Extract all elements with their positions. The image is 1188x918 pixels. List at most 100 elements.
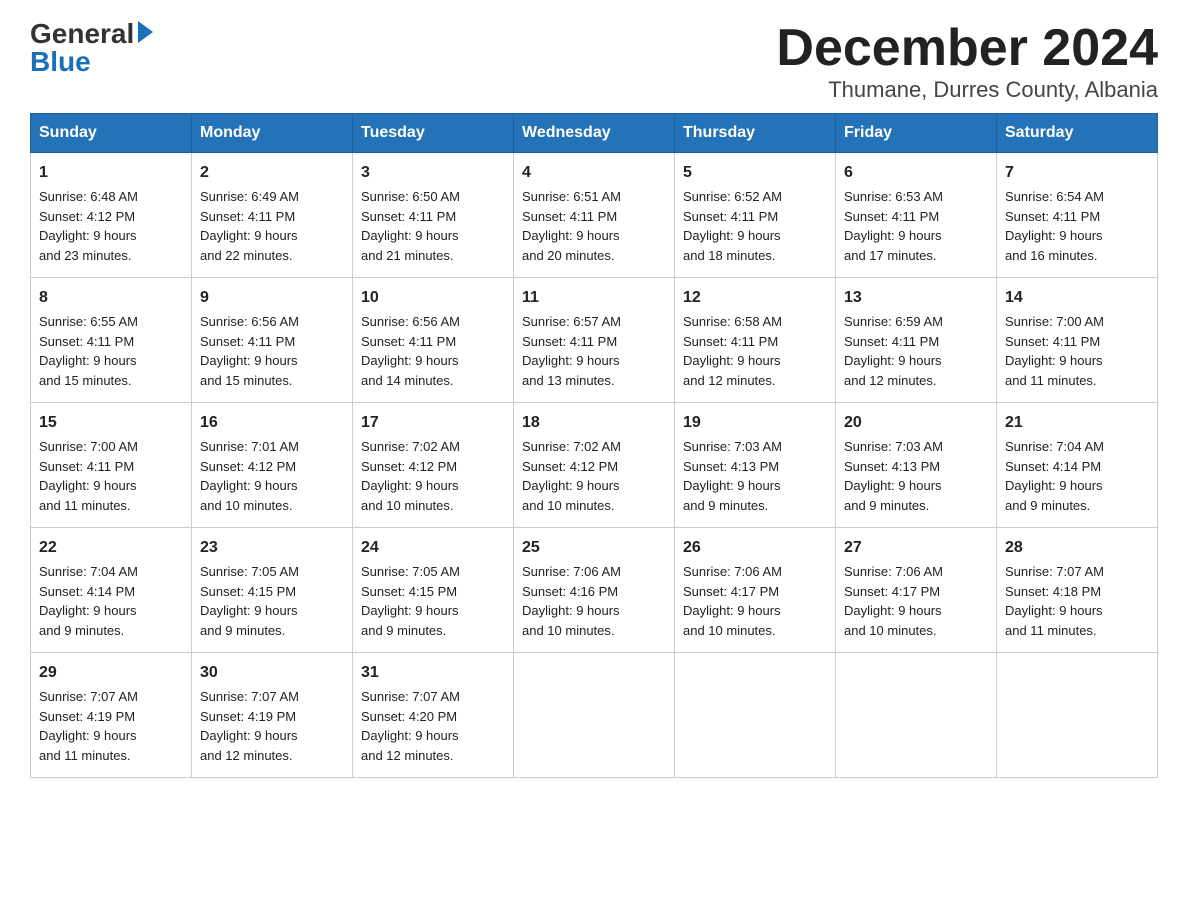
day-info: Sunrise: 7:05 AMSunset: 4:15 PMDaylight:…	[200, 564, 299, 638]
calendar-cell: 16 Sunrise: 7:01 AMSunset: 4:12 PMDaylig…	[192, 403, 353, 528]
calendar-cell: 11 Sunrise: 6:57 AMSunset: 4:11 PMDaylig…	[514, 278, 675, 403]
calendar-week-3: 15 Sunrise: 7:00 AMSunset: 4:11 PMDaylig…	[31, 403, 1158, 528]
day-info: Sunrise: 7:06 AMSunset: 4:17 PMDaylight:…	[683, 564, 782, 638]
day-info: Sunrise: 6:58 AMSunset: 4:11 PMDaylight:…	[683, 314, 782, 388]
day-number: 8	[39, 286, 183, 310]
calendar-cell	[997, 653, 1158, 778]
calendar-cell: 26 Sunrise: 7:06 AMSunset: 4:17 PMDaylig…	[675, 528, 836, 653]
day-info: Sunrise: 6:57 AMSunset: 4:11 PMDaylight:…	[522, 314, 621, 388]
day-info: Sunrise: 6:49 AMSunset: 4:11 PMDaylight:…	[200, 189, 299, 263]
calendar-week-4: 22 Sunrise: 7:04 AMSunset: 4:14 PMDaylig…	[31, 528, 1158, 653]
day-info: Sunrise: 7:06 AMSunset: 4:17 PMDaylight:…	[844, 564, 943, 638]
day-number: 7	[1005, 161, 1149, 185]
calendar-week-2: 8 Sunrise: 6:55 AMSunset: 4:11 PMDayligh…	[31, 278, 1158, 403]
day-info: Sunrise: 7:06 AMSunset: 4:16 PMDaylight:…	[522, 564, 621, 638]
day-number: 14	[1005, 286, 1149, 310]
calendar-cell: 21 Sunrise: 7:04 AMSunset: 4:14 PMDaylig…	[997, 403, 1158, 528]
day-info: Sunrise: 7:02 AMSunset: 4:12 PMDaylight:…	[522, 439, 621, 513]
day-number: 1	[39, 161, 183, 185]
calendar-cell: 25 Sunrise: 7:06 AMSunset: 4:16 PMDaylig…	[514, 528, 675, 653]
col-sunday: Sunday	[31, 114, 192, 153]
calendar-cell: 19 Sunrise: 7:03 AMSunset: 4:13 PMDaylig…	[675, 403, 836, 528]
day-number: 15	[39, 411, 183, 435]
day-number: 23	[200, 536, 344, 560]
day-number: 20	[844, 411, 988, 435]
day-info: Sunrise: 7:05 AMSunset: 4:15 PMDaylight:…	[361, 564, 460, 638]
calendar-cell: 9 Sunrise: 6:56 AMSunset: 4:11 PMDayligh…	[192, 278, 353, 403]
calendar-table: Sunday Monday Tuesday Wednesday Thursday…	[30, 113, 1158, 778]
day-number: 10	[361, 286, 505, 310]
logo-general: General	[30, 20, 134, 48]
month-title: December 2024	[776, 20, 1158, 77]
calendar-cell: 24 Sunrise: 7:05 AMSunset: 4:15 PMDaylig…	[353, 528, 514, 653]
calendar-cell: 13 Sunrise: 6:59 AMSunset: 4:11 PMDaylig…	[836, 278, 997, 403]
day-info: Sunrise: 7:03 AMSunset: 4:13 PMDaylight:…	[683, 439, 782, 513]
day-number: 3	[361, 161, 505, 185]
day-number: 5	[683, 161, 827, 185]
day-number: 19	[683, 411, 827, 435]
day-number: 11	[522, 286, 666, 310]
day-number: 22	[39, 536, 183, 560]
day-info: Sunrise: 7:04 AMSunset: 4:14 PMDaylight:…	[39, 564, 138, 638]
day-info: Sunrise: 6:56 AMSunset: 4:11 PMDaylight:…	[361, 314, 460, 388]
calendar-cell: 15 Sunrise: 7:00 AMSunset: 4:11 PMDaylig…	[31, 403, 192, 528]
calendar-cell: 10 Sunrise: 6:56 AMSunset: 4:11 PMDaylig…	[353, 278, 514, 403]
day-info: Sunrise: 6:51 AMSunset: 4:11 PMDaylight:…	[522, 189, 621, 263]
calendar-cell: 22 Sunrise: 7:04 AMSunset: 4:14 PMDaylig…	[31, 528, 192, 653]
day-number: 31	[361, 661, 505, 685]
day-number: 16	[200, 411, 344, 435]
day-info: Sunrise: 7:01 AMSunset: 4:12 PMDaylight:…	[200, 439, 299, 513]
calendar-cell: 20 Sunrise: 7:03 AMSunset: 4:13 PMDaylig…	[836, 403, 997, 528]
day-number: 4	[522, 161, 666, 185]
day-info: Sunrise: 6:56 AMSunset: 4:11 PMDaylight:…	[200, 314, 299, 388]
day-number: 6	[844, 161, 988, 185]
day-info: Sunrise: 6:48 AMSunset: 4:12 PMDaylight:…	[39, 189, 138, 263]
calendar-cell: 27 Sunrise: 7:06 AMSunset: 4:17 PMDaylig…	[836, 528, 997, 653]
calendar-cell: 2 Sunrise: 6:49 AMSunset: 4:11 PMDayligh…	[192, 153, 353, 278]
logo-arrow-icon	[138, 21, 153, 43]
calendar-cell: 4 Sunrise: 6:51 AMSunset: 4:11 PMDayligh…	[514, 153, 675, 278]
logo-blue: Blue	[30, 48, 91, 76]
day-info: Sunrise: 7:07 AMSunset: 4:19 PMDaylight:…	[39, 689, 138, 763]
day-info: Sunrise: 7:02 AMSunset: 4:12 PMDaylight:…	[361, 439, 460, 513]
day-info: Sunrise: 7:00 AMSunset: 4:11 PMDaylight:…	[39, 439, 138, 513]
day-info: Sunrise: 7:07 AMSunset: 4:20 PMDaylight:…	[361, 689, 460, 763]
day-number: 28	[1005, 536, 1149, 560]
calendar-cell: 30 Sunrise: 7:07 AMSunset: 4:19 PMDaylig…	[192, 653, 353, 778]
calendar-cell: 28 Sunrise: 7:07 AMSunset: 4:18 PMDaylig…	[997, 528, 1158, 653]
day-info: Sunrise: 6:54 AMSunset: 4:11 PMDaylight:…	[1005, 189, 1104, 263]
calendar-cell: 7 Sunrise: 6:54 AMSunset: 4:11 PMDayligh…	[997, 153, 1158, 278]
calendar-cell	[514, 653, 675, 778]
day-number: 18	[522, 411, 666, 435]
calendar-cell: 29 Sunrise: 7:07 AMSunset: 4:19 PMDaylig…	[31, 653, 192, 778]
day-info: Sunrise: 6:50 AMSunset: 4:11 PMDaylight:…	[361, 189, 460, 263]
day-number: 9	[200, 286, 344, 310]
day-number: 24	[361, 536, 505, 560]
title-block: December 2024 Thumane, Durres County, Al…	[776, 20, 1158, 103]
day-info: Sunrise: 7:04 AMSunset: 4:14 PMDaylight:…	[1005, 439, 1104, 513]
col-saturday: Saturday	[997, 114, 1158, 153]
col-thursday: Thursday	[675, 114, 836, 153]
calendar-cell: 12 Sunrise: 6:58 AMSunset: 4:11 PMDaylig…	[675, 278, 836, 403]
calendar-cell: 18 Sunrise: 7:02 AMSunset: 4:12 PMDaylig…	[514, 403, 675, 528]
day-number: 12	[683, 286, 827, 310]
calendar-cell: 5 Sunrise: 6:52 AMSunset: 4:11 PMDayligh…	[675, 153, 836, 278]
calendar-week-5: 29 Sunrise: 7:07 AMSunset: 4:19 PMDaylig…	[31, 653, 1158, 778]
page-header: General Blue December 2024 Thumane, Durr…	[30, 20, 1158, 103]
calendar-cell: 1 Sunrise: 6:48 AMSunset: 4:12 PMDayligh…	[31, 153, 192, 278]
day-info: Sunrise: 6:55 AMSunset: 4:11 PMDaylight:…	[39, 314, 138, 388]
day-number: 17	[361, 411, 505, 435]
day-info: Sunrise: 7:03 AMSunset: 4:13 PMDaylight:…	[844, 439, 943, 513]
day-number: 2	[200, 161, 344, 185]
day-info: Sunrise: 6:52 AMSunset: 4:11 PMDaylight:…	[683, 189, 782, 263]
calendar-cell: 23 Sunrise: 7:05 AMSunset: 4:15 PMDaylig…	[192, 528, 353, 653]
col-tuesday: Tuesday	[353, 114, 514, 153]
location-title: Thumane, Durres County, Albania	[776, 77, 1158, 103]
day-number: 29	[39, 661, 183, 685]
header-row: Sunday Monday Tuesday Wednesday Thursday…	[31, 114, 1158, 153]
calendar-cell: 17 Sunrise: 7:02 AMSunset: 4:12 PMDaylig…	[353, 403, 514, 528]
calendar-cell	[675, 653, 836, 778]
day-info: Sunrise: 7:07 AMSunset: 4:18 PMDaylight:…	[1005, 564, 1104, 638]
day-number: 27	[844, 536, 988, 560]
calendar-cell: 8 Sunrise: 6:55 AMSunset: 4:11 PMDayligh…	[31, 278, 192, 403]
